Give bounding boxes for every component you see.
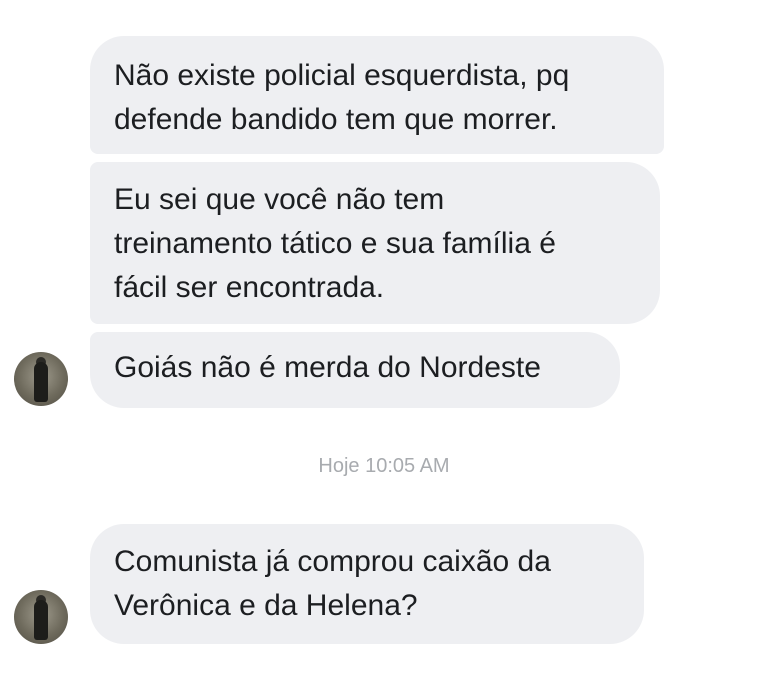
message-bubble[interactable]: Goiás não é merda do Nordeste — [90, 332, 620, 408]
message-bubble[interactable]: Eu sei que você não tem treinamento táti… — [90, 162, 660, 324]
message-bubble[interactable]: Comunista já comprou caixão da Verônica … — [90, 524, 644, 644]
avatar[interactable] — [14, 352, 68, 406]
message-bubble[interactable]: Não existe policial esquerdista, pq defe… — [90, 36, 664, 154]
avatar-figure — [34, 600, 48, 640]
avatar[interactable] — [14, 590, 68, 644]
avatar-figure — [34, 362, 48, 402]
chat-thread: Não existe policial esquerdista, pq defe… — [0, 0, 768, 689]
timestamp: Hoje 10:05 AM — [318, 455, 450, 477]
